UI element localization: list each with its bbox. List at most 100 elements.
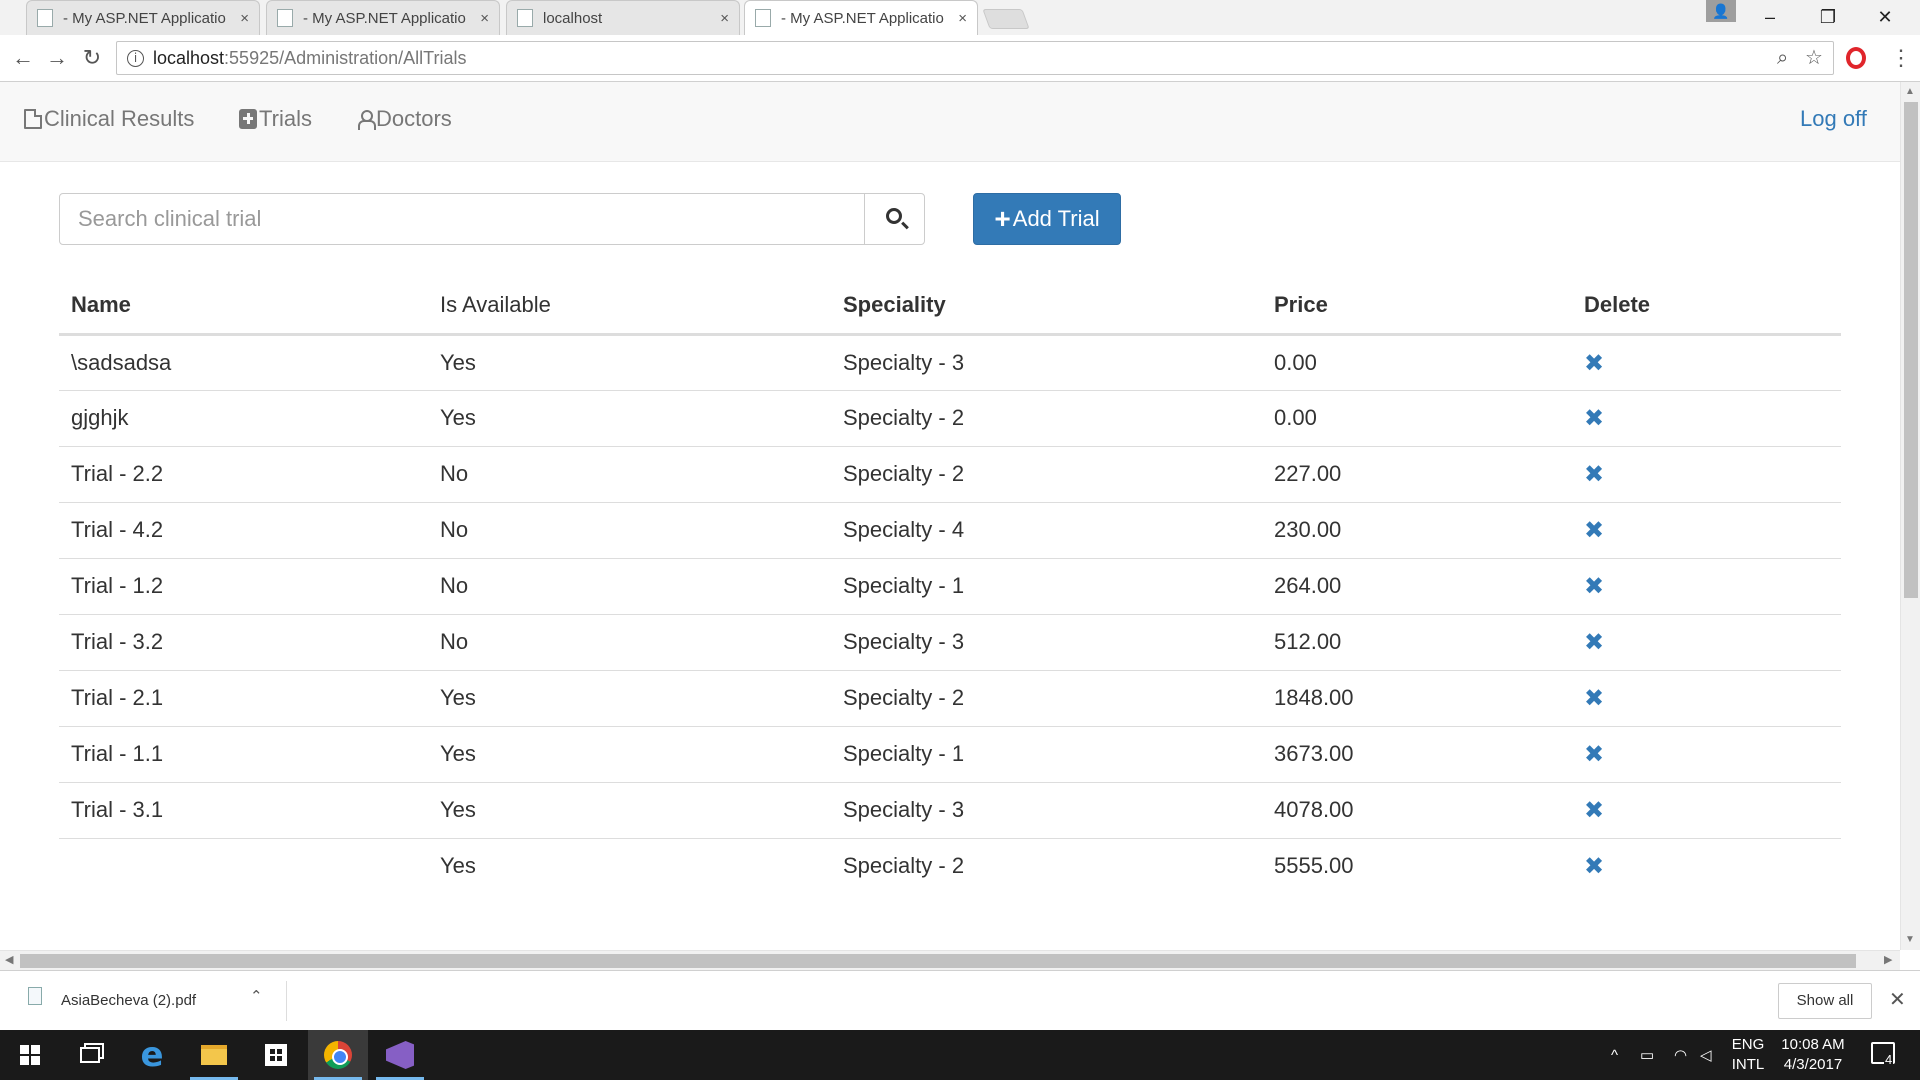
price-cell: 3673.00 bbox=[1262, 725, 1572, 782]
delete-cell: ✖ bbox=[1572, 445, 1841, 502]
window-close-button[interactable]: ✕ bbox=[1858, 0, 1912, 35]
scroll-up-icon[interactable]: ▲ bbox=[1905, 86, 1915, 97]
notification-count-badge: 4 bbox=[1884, 1052, 1894, 1067]
browser-tab[interactable]: localhost × bbox=[506, 0, 740, 35]
vertical-scrollbar[interactable]: ▲ ▼ bbox=[1900, 82, 1920, 950]
speciality-cell: Specialty - 4 bbox=[831, 501, 1262, 558]
delete-icon[interactable]: ✖ bbox=[1584, 852, 1604, 880]
task-view-button[interactable] bbox=[60, 1030, 120, 1080]
delete-cell: ✖ bbox=[1572, 501, 1841, 558]
delete-icon[interactable]: ✖ bbox=[1584, 404, 1604, 432]
scroll-down-icon[interactable]: ▼ bbox=[1905, 934, 1915, 945]
scrollbar-thumb[interactable] bbox=[20, 954, 1856, 968]
search-input[interactable] bbox=[59, 193, 865, 245]
downloads-shelf: AsiaBecheva (2).pdf ⌃ Show all ✕ bbox=[0, 970, 1920, 1030]
browser-menu-icon[interactable]: ⋮ bbox=[1890, 45, 1912, 71]
chrome-taskbar-button[interactable] bbox=[308, 1030, 368, 1080]
tab-close-icon[interactable]: × bbox=[720, 10, 729, 27]
tab-close-icon[interactable]: × bbox=[240, 10, 249, 27]
volume-icon[interactable]: ◁ bbox=[1700, 1030, 1712, 1080]
plus-square-icon bbox=[239, 109, 257, 129]
speciality-cell: Specialty - 2 bbox=[831, 669, 1262, 726]
availability-cell: No bbox=[428, 445, 831, 502]
user-icon bbox=[356, 109, 376, 130]
windows-taskbar: e ^ ▭ ◠ ◁ ENG INTL 10:08 AM 4/3/2017 4 bbox=[0, 1030, 1920, 1080]
delete-icon[interactable]: ✖ bbox=[1584, 349, 1604, 377]
scroll-right-icon[interactable]: ▶ bbox=[1884, 953, 1892, 966]
speciality-cell: Specialty - 2 bbox=[831, 837, 1262, 894]
tab-close-icon[interactable]: × bbox=[480, 10, 489, 27]
trials-table-body: \sadsadsa Yes Specialty - 3 0.00 ✖ gjghjk Yes S… bbox=[59, 334, 1841, 894]
site-info-icon[interactable]: i bbox=[127, 50, 144, 67]
download-file-name[interactable]: AsiaBecheva (2).pdf bbox=[61, 992, 196, 1009]
search-button[interactable] bbox=[864, 193, 925, 245]
browser-user-icon[interactable]: 👤 bbox=[1706, 0, 1736, 22]
horizontal-scrollbar[interactable]: ◀ ▶ bbox=[0, 950, 1900, 970]
tray-chevron-icon[interactable]: ^ bbox=[1611, 1030, 1618, 1080]
battery-icon[interactable]: ▭ bbox=[1640, 1030, 1654, 1080]
availability-cell: Yes bbox=[428, 781, 831, 838]
nav-doctors[interactable]: Doctors bbox=[356, 106, 452, 132]
window-restore-button[interactable]: ❐ bbox=[1801, 0, 1855, 35]
availability-cell: Yes bbox=[428, 389, 831, 446]
tab-title: localhost bbox=[543, 9, 603, 27]
delete-icon[interactable]: ✖ bbox=[1584, 628, 1604, 656]
chevron-up-icon[interactable]: ⌃ bbox=[250, 987, 263, 1005]
browser-tab-active[interactable]: - My ASP.NET Applicatio × bbox=[744, 0, 978, 35]
nav-trials[interactable]: Trials bbox=[239, 106, 312, 132]
availability-cell: Yes bbox=[428, 725, 831, 782]
nav-clinical-results[interactable]: Clinical Results bbox=[24, 106, 194, 132]
bookmark-star-icon[interactable]: ☆ bbox=[1805, 42, 1823, 74]
browser-tab[interactable]: - My ASP.NET Applicatio × bbox=[266, 0, 500, 35]
back-arrow-icon[interactable]: ← bbox=[8, 43, 38, 73]
clock[interactable]: 10:08 AM 4/3/2017 bbox=[1772, 1030, 1854, 1080]
add-trial-button[interactable]: + Add Trial bbox=[973, 193, 1121, 245]
log-off-link[interactable]: Log off bbox=[1800, 106, 1867, 132]
scroll-left-icon[interactable]: ◀ bbox=[5, 953, 13, 966]
speciality-cell: Specialty - 3 bbox=[831, 781, 1262, 838]
delete-icon[interactable]: ✖ bbox=[1584, 796, 1604, 824]
language-indicator[interactable]: ENG INTL bbox=[1730, 1030, 1766, 1080]
address-bar[interactable]: i localhost:55925/Administration/AllTria… bbox=[116, 41, 1834, 75]
delete-icon[interactable]: ✖ bbox=[1584, 516, 1604, 544]
nav-label: Trials bbox=[259, 106, 312, 131]
table-row: Trial - 3.2 No Specialty - 3 512.00 ✖ bbox=[59, 613, 1841, 670]
edge-taskbar-button[interactable]: e bbox=[122, 1030, 182, 1080]
reload-icon[interactable]: ↻ bbox=[77, 43, 107, 73]
column-header-name[interactable]: Name bbox=[59, 278, 428, 336]
opera-extension-icon[interactable] bbox=[1846, 47, 1866, 69]
visual-studio-icon bbox=[386, 1041, 414, 1069]
price-cell: 0.00 bbox=[1274, 349, 1317, 375]
keyboard-layout: INTL bbox=[1731, 1056, 1765, 1073]
tab-close-icon[interactable]: × bbox=[958, 10, 967, 27]
column-header-available[interactable]: Is Available bbox=[428, 278, 831, 336]
delete-icon[interactable]: ✖ bbox=[1584, 740, 1604, 768]
availability-cell: Yes bbox=[428, 669, 831, 726]
file-explorer-taskbar-button[interactable] bbox=[184, 1030, 244, 1080]
column-header-price[interactable]: Price bbox=[1262, 278, 1572, 336]
trial-name-cell: \sadsadsa bbox=[71, 349, 172, 375]
delete-icon[interactable]: ✖ bbox=[1584, 460, 1604, 488]
new-tab-button[interactable] bbox=[982, 9, 1030, 29]
delete-cell: ✖ bbox=[1572, 669, 1841, 726]
delete-icon[interactable]: ✖ bbox=[1584, 684, 1604, 712]
price-cell: 4078.00 bbox=[1262, 781, 1572, 838]
nav-label: Doctors bbox=[376, 106, 452, 131]
chrome-icon bbox=[324, 1041, 352, 1069]
forward-arrow-icon[interactable]: → bbox=[42, 43, 72, 73]
close-downloads-icon[interactable]: ✕ bbox=[1889, 987, 1906, 1012]
column-header-speciality[interactable]: Speciality bbox=[831, 278, 1262, 336]
clock-time: 10:08 AM bbox=[1781, 1036, 1845, 1053]
scrollbar-thumb[interactable] bbox=[1904, 102, 1918, 598]
show-all-button[interactable]: Show all bbox=[1778, 983, 1872, 1019]
start-button[interactable] bbox=[0, 1030, 60, 1080]
wifi-icon[interactable]: ◠ bbox=[1674, 1030, 1687, 1080]
zoom-icon[interactable]: ⌕ bbox=[1777, 42, 1788, 74]
plus-icon: + bbox=[994, 203, 1011, 234]
delete-icon[interactable]: ✖ bbox=[1584, 572, 1604, 600]
window-minimize-button[interactable]: – bbox=[1743, 0, 1797, 35]
browser-tab[interactable]: - My ASP.NET Applicatio × bbox=[26, 0, 260, 35]
store-taskbar-button[interactable] bbox=[246, 1030, 306, 1080]
visual-studio-taskbar-button[interactable] bbox=[370, 1030, 430, 1080]
speciality-cell: Specialty - 2 bbox=[831, 389, 1262, 446]
